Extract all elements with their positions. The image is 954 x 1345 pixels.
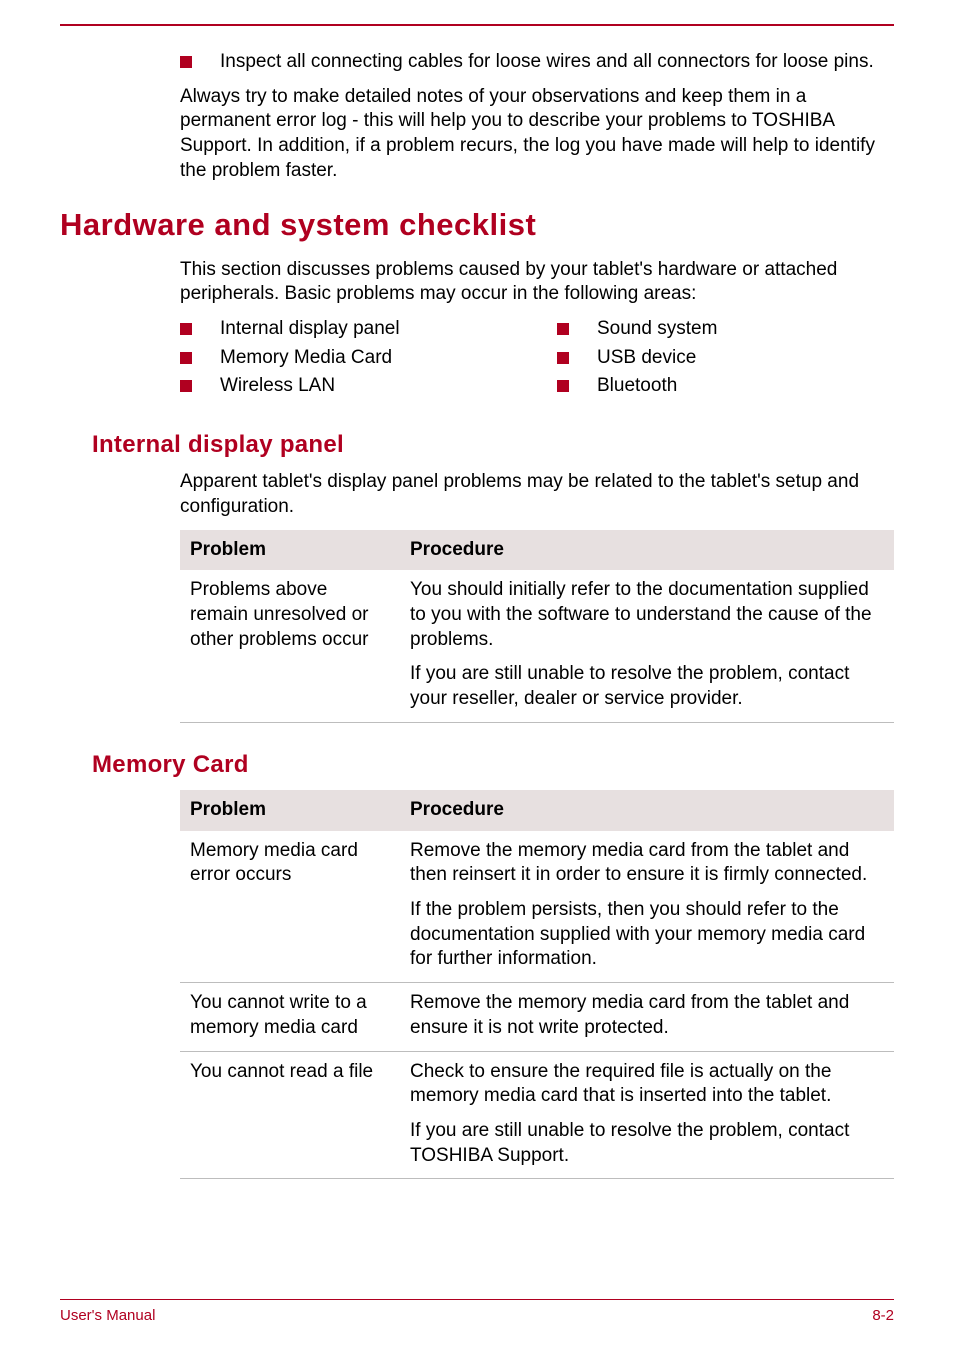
table-cell-problem: You cannot write to a memory media card: [180, 983, 400, 1051]
page-footer: User's Manual 8-2: [60, 1299, 894, 1326]
bullet-label: Memory Media Card: [220, 346, 517, 371]
square-bullet-icon: [180, 380, 192, 392]
footer-right: 8-2: [872, 1306, 894, 1326]
list-item: Bluetooth: [557, 374, 894, 399]
list-item: Sound system: [557, 317, 894, 342]
internal-display-intro: Apparent tablet's display panel problems…: [180, 470, 894, 519]
list-item: USB device: [557, 346, 894, 371]
intro-paragraph: Always try to make detailed notes of you…: [180, 85, 894, 184]
table-row: You cannot read a file Check to ensure t…: [180, 1051, 894, 1179]
table-cell-problem: Memory media card error occurs: [180, 831, 400, 983]
table-cell-procedure: Check to ensure the required file is act…: [400, 1051, 894, 1179]
procedure-text: If the problem persists, then you should…: [410, 898, 884, 972]
table-header-problem: Problem: [180, 530, 400, 571]
bullet-label: USB device: [597, 346, 894, 371]
table-cell-procedure: Remove the memory media card from the ta…: [400, 831, 894, 983]
table-cell-procedure: You should initially refer to the docume…: [400, 570, 894, 722]
hardware-bullets-left: Internal display panel Memory Media Card…: [180, 317, 517, 403]
hardware-intro: This section discusses problems caused b…: [180, 258, 894, 307]
footer-left: User's Manual: [60, 1306, 155, 1326]
list-item: Memory Media Card: [180, 346, 517, 371]
table-cell-procedure: Remove the memory media card from the ta…: [400, 983, 894, 1051]
bullet-label: Wireless LAN: [220, 374, 517, 399]
bullet-label: Sound system: [597, 317, 894, 342]
bullet-label: Internal display panel: [220, 317, 517, 342]
table-header-procedure: Procedure: [400, 530, 894, 571]
square-bullet-icon: [180, 323, 192, 335]
table-cell-problem: Problems above remain unresolved or othe…: [180, 570, 400, 722]
procedure-text: If you are still unable to resolve the p…: [410, 1119, 884, 1168]
square-bullet-icon: [557, 352, 569, 364]
procedure-text: You should initially refer to the docume…: [410, 578, 884, 652]
square-bullet-icon: [557, 380, 569, 392]
hardware-checklist-heading: Hardware and system checklist: [60, 205, 894, 245]
intro-bullet-row: Inspect all connecting cables for loose …: [180, 50, 894, 75]
procedure-text: Remove the memory media card from the ta…: [410, 991, 884, 1040]
square-bullet-icon: [557, 323, 569, 335]
hardware-bullet-columns: Internal display panel Memory Media Card…: [180, 317, 894, 403]
procedure-text: Check to ensure the required file is act…: [410, 1060, 884, 1109]
internal-display-heading: Internal display panel: [92, 429, 894, 460]
table-row: You cannot write to a memory media card …: [180, 983, 894, 1051]
memory-card-heading: Memory Card: [92, 749, 894, 780]
header-rule: [60, 24, 894, 26]
list-item: Internal display panel: [180, 317, 517, 342]
procedure-text: If you are still unable to resolve the p…: [410, 662, 884, 711]
internal-display-table: Problem Procedure Problems above remain …: [180, 530, 894, 723]
memory-card-table: Problem Procedure Memory media card erro…: [180, 790, 894, 1179]
bullet-label: Bluetooth: [597, 374, 894, 399]
table-row: Memory media card error occurs Remove th…: [180, 831, 894, 983]
procedure-text: Remove the memory media card from the ta…: [410, 839, 884, 888]
table-header-row: Problem Procedure: [180, 790, 894, 831]
table-row: Problems above remain unresolved or othe…: [180, 570, 894, 722]
square-bullet-icon: [180, 352, 192, 364]
intro-bullet-text: Inspect all connecting cables for loose …: [220, 50, 894, 75]
square-bullet-icon: [180, 56, 192, 68]
list-item: Wireless LAN: [180, 374, 517, 399]
hardware-bullets-right: Sound system USB device Bluetooth: [557, 317, 894, 403]
table-header-problem: Problem: [180, 790, 400, 831]
table-header-row: Problem Procedure: [180, 530, 894, 571]
table-cell-problem: You cannot read a file: [180, 1051, 400, 1179]
table-header-procedure: Procedure: [400, 790, 894, 831]
